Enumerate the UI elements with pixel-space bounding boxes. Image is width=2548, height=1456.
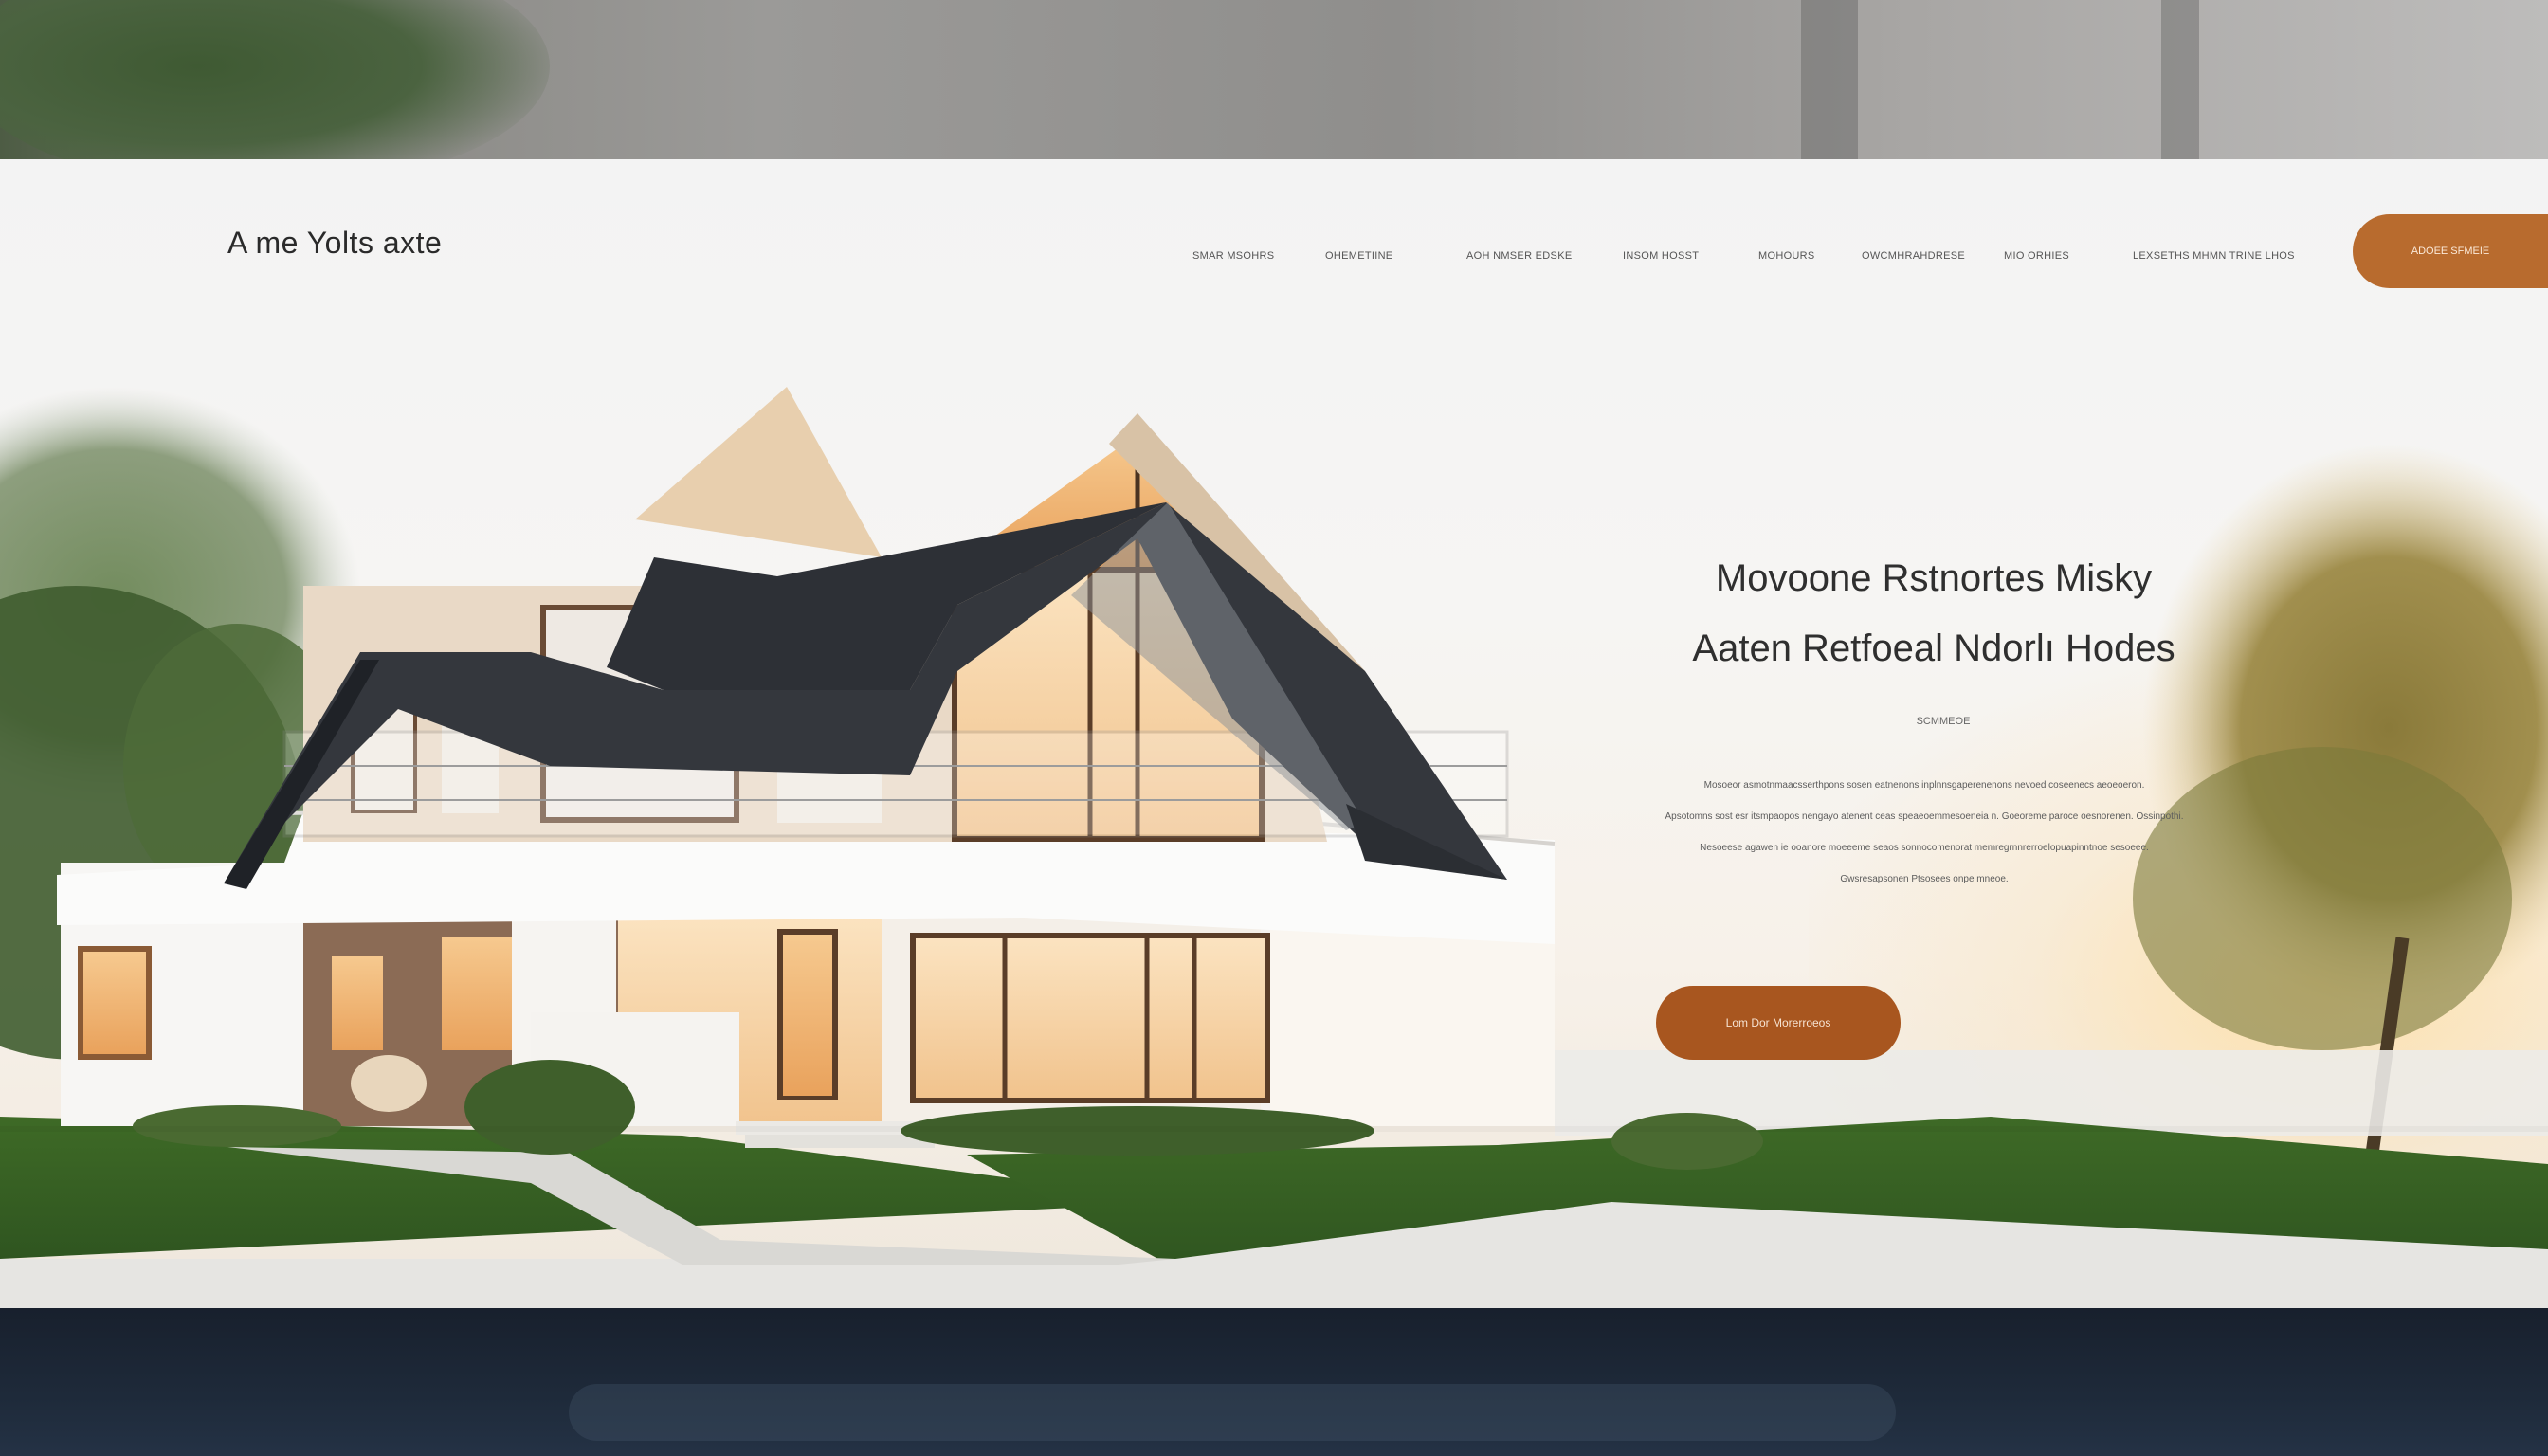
nav-link-1[interactable]: SMAR MSOHRS — [1192, 250, 1274, 262]
blurred-pillar — [1801, 0, 1858, 159]
nav-link-6[interactable]: OWCMHRAHDRESE — [1862, 250, 1965, 262]
hero-description: Mosoeor asmotnmaacsserthpons sosen eatne… — [1649, 770, 2199, 895]
hero-description-line: Mosoeor asmotnmaacsserthpons sosen eatne… — [1703, 780, 2145, 791]
site-logo[interactable]: A me Yolts axte — [228, 226, 442, 261]
nav-link-7[interactable]: MIO ORHIES — [2004, 250, 2069, 262]
background-bottom-band — [0, 1308, 2548, 1456]
main-navigation: SMAR MSOHRS OHEMETIINE AOH NMSER EDSKE I… — [1175, 250, 2295, 269]
header-cta-button[interactable]: ADOEE SFMEIE — [2353, 214, 2548, 288]
hero-description-line: Gwsresapsonen Ptsosees onpe mneoe. — [1840, 874, 2009, 884]
nav-link-5[interactable]: MOHOURS — [1758, 250, 1815, 262]
nav-link-3[interactable]: AOH NMSER EDSKE — [1466, 250, 1572, 262]
hero-description-line: Apsotomns sost esr itsmpaopos nengayo at… — [1665, 811, 2184, 822]
hero-description-line: Nesoeese agawen ie ooanore moeeeme seaos… — [1700, 843, 2149, 853]
hero-eyebrow: SCMMEOE — [1916, 716, 1971, 727]
blurred-reflection — [569, 1384, 1896, 1441]
background-top-band — [0, 0, 2548, 190]
nav-link-8[interactable]: LEXSETHS MHMN TRINE LHOS — [2133, 250, 2295, 262]
house-illustration — [0, 387, 2548, 1308]
landing-page: A me Yolts axte SMAR MSOHRS OHEMETIINE A… — [0, 159, 2548, 1308]
hero-cta-button[interactable]: Lom Dor Morerroeos — [1656, 986, 1901, 1060]
nav-link-4[interactable]: INSOM HOSST — [1623, 250, 1699, 262]
nav-link-2[interactable]: OHEMETIINE — [1325, 250, 1392, 262]
hero-title-line-2: Aaten Retfoeal Ndorlı Hodes — [1692, 628, 2175, 669]
blurred-pillar — [2161, 0, 2199, 159]
hero-title-line-1: Movoone Rstnortes Misky — [1715, 557, 2153, 599]
